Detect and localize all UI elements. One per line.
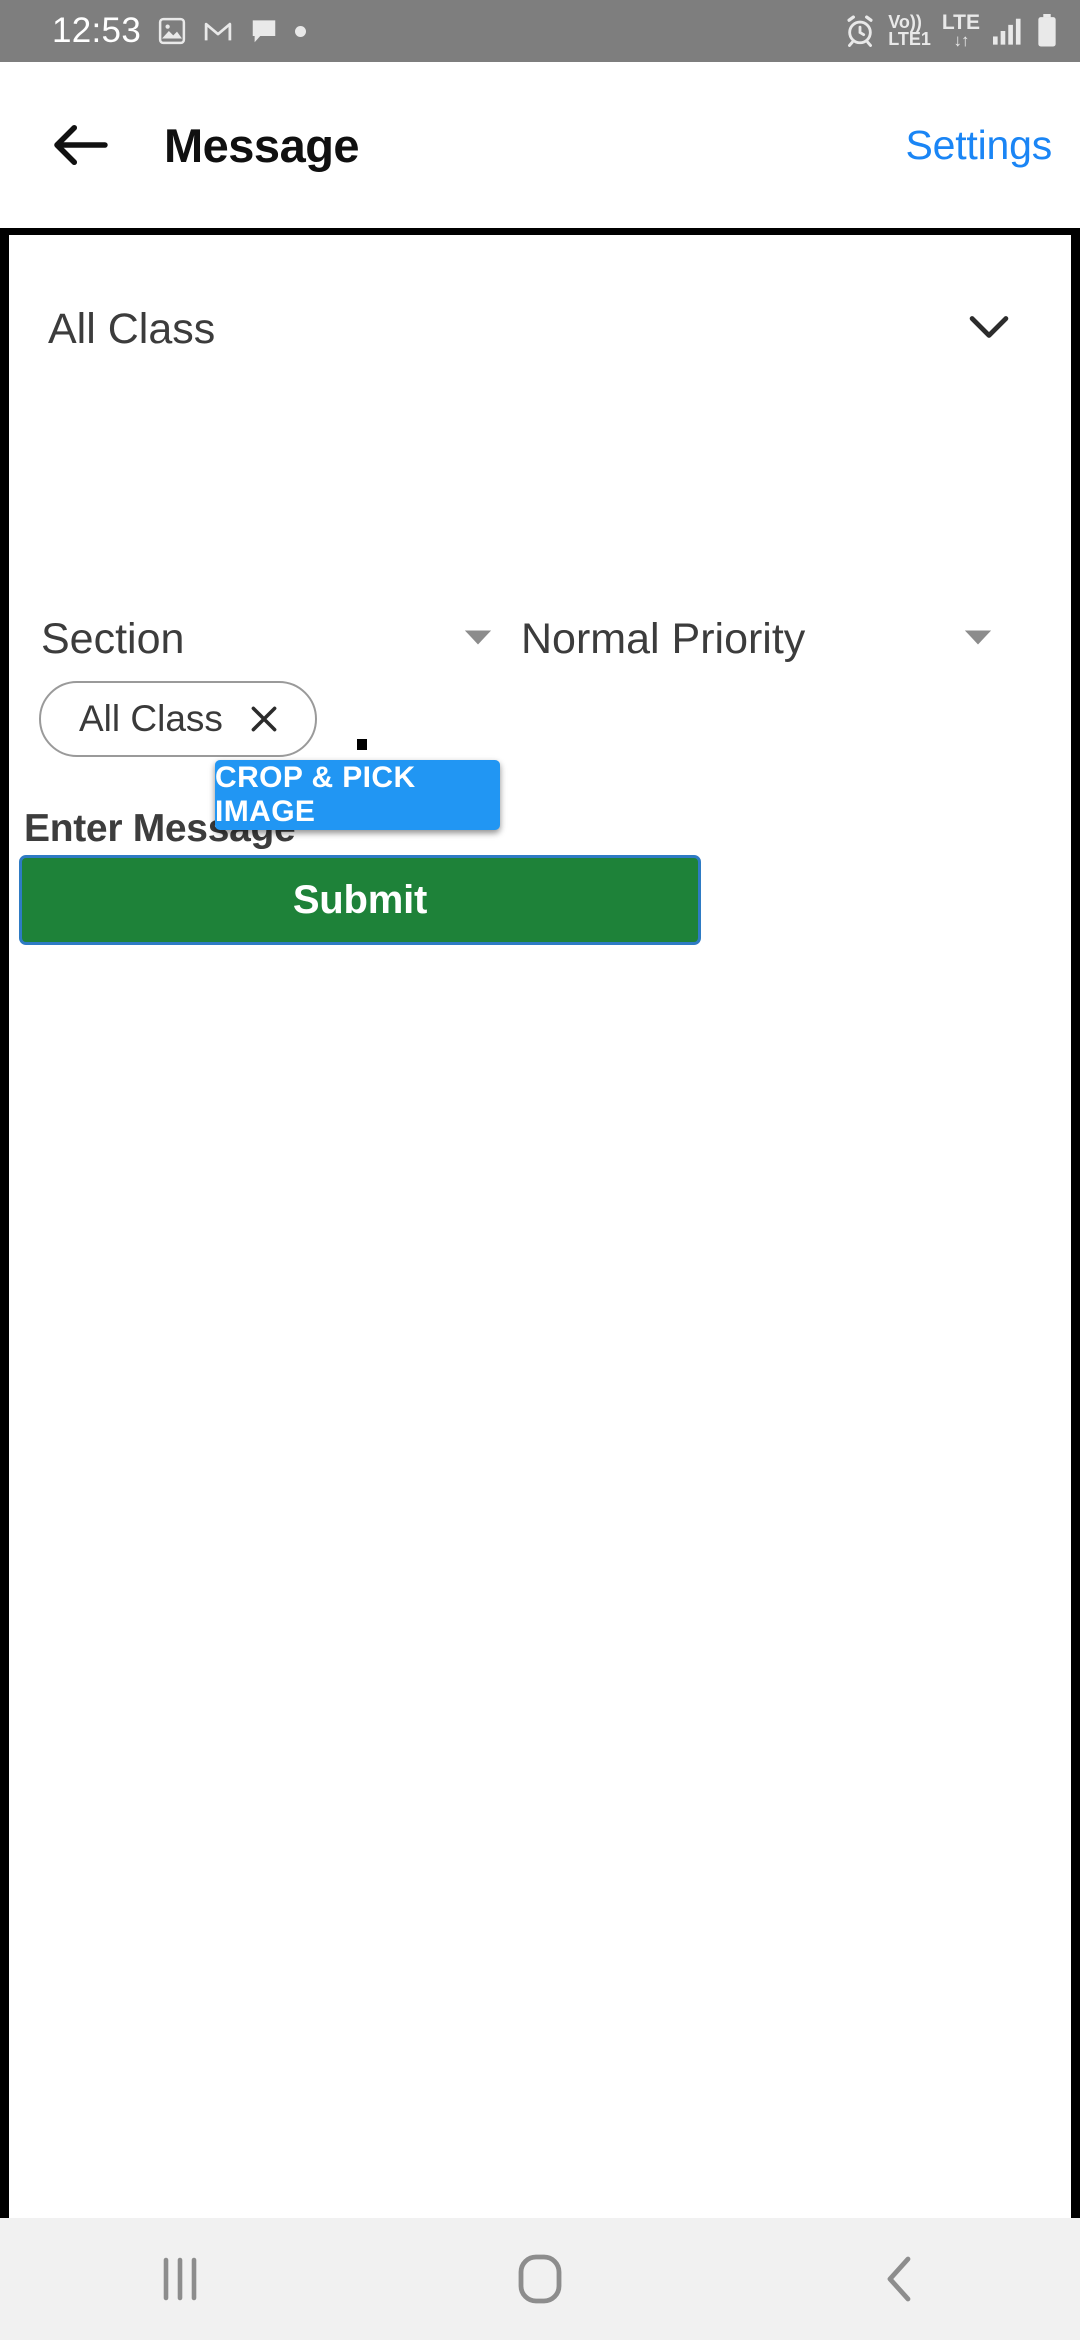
- volte-line-2: LTE1: [888, 28, 931, 49]
- class-select-value: All Class: [48, 304, 216, 353]
- gmail-icon: [203, 16, 233, 46]
- phone-screen: 12:53 Vo)) LTE1 LTE ↓↑ Message Settings …: [0, 0, 1080, 2340]
- status-clock: 12:53: [52, 11, 142, 50]
- back-icon: [887, 2256, 911, 2302]
- submit-button[interactable]: Submit: [19, 855, 701, 945]
- triangle-down-icon: [963, 627, 993, 652]
- status-bar: 12:53 Vo)) LTE1 LTE ↓↑: [0, 0, 1080, 62]
- dot-icon: [295, 25, 307, 37]
- signal-icon: [991, 16, 1025, 46]
- system-navigation-bar: [0, 2218, 1080, 2340]
- triangle-down-icon: [463, 627, 493, 652]
- home-button[interactable]: [360, 2252, 720, 2306]
- status-bar-left: 12:53: [52, 11, 307, 51]
- app-bar: Message Settings: [0, 62, 1080, 228]
- form-container: All Class All Class Section Normal Prior…: [0, 228, 1080, 2218]
- arrow-left-icon: [54, 124, 108, 166]
- back-button-nav[interactable]: [720, 2253, 1080, 2305]
- selected-classes-list: All Class: [39, 681, 317, 757]
- battery-icon: [1036, 13, 1058, 48]
- alarm-icon: [843, 14, 877, 48]
- crop-pick-image-button[interactable]: CROP & PICK IMAGE: [215, 760, 500, 830]
- data-arrows-icon: ↓↑: [953, 30, 969, 50]
- status-bar-right: Vo)) LTE1 LTE ↓↑: [843, 10, 1058, 50]
- settings-button[interactable]: Settings: [905, 122, 1052, 169]
- chip-all-class[interactable]: All Class: [39, 681, 317, 757]
- recents-icon: [163, 2257, 197, 2301]
- section-select[interactable]: Section: [41, 599, 521, 679]
- page-title: Message: [164, 118, 360, 172]
- section-priority-row: Section Normal Priority: [9, 599, 1071, 679]
- priority-select[interactable]: Normal Priority: [521, 599, 1021, 679]
- form-content: All Class All Class Section Normal Prior…: [9, 235, 1071, 2218]
- text-caret-marker: [357, 739, 367, 750]
- close-icon[interactable]: [247, 702, 281, 736]
- volte-icon: Vo)) LTE1: [888, 13, 931, 49]
- home-icon: [518, 2254, 562, 2304]
- lte-icon: LTE ↓↑: [941, 10, 980, 50]
- priority-select-value: Normal Priority: [521, 614, 806, 663]
- image-icon: [157, 16, 187, 46]
- recents-button[interactable]: [0, 2254, 360, 2304]
- section-select-value: Section: [41, 614, 185, 663]
- back-button[interactable]: [48, 113, 112, 177]
- class-select[interactable]: All Class: [48, 293, 1026, 365]
- chip-label: All Class: [79, 698, 223, 739]
- lte-label: LTE: [941, 10, 980, 34]
- chevron-down-icon: [966, 312, 1012, 347]
- message-bubble-icon: [249, 16, 279, 46]
